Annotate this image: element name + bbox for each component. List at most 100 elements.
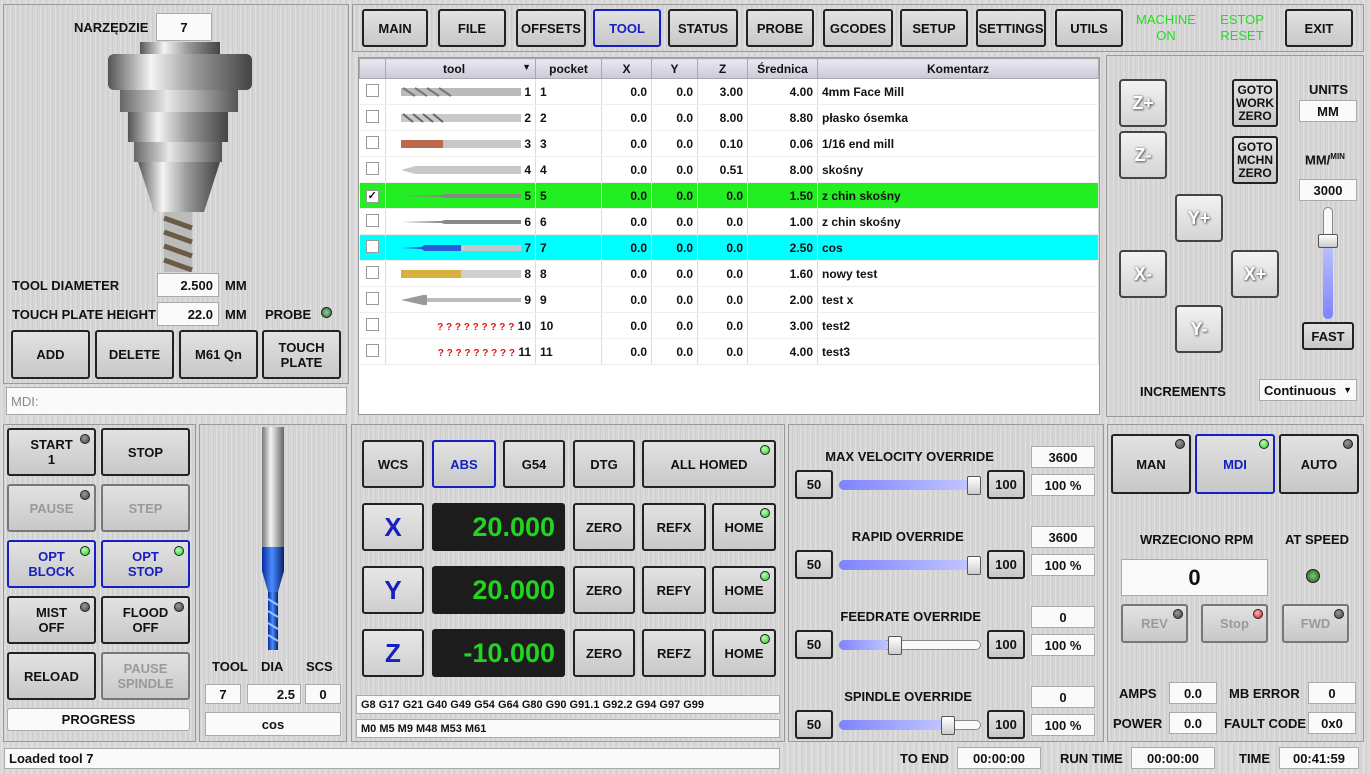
- touch-plate-button[interactable]: TOUCH PLATE: [262, 330, 341, 379]
- spindle-override-min-button[interactable]: 50: [795, 710, 833, 739]
- tab-main[interactable]: MAIN: [362, 9, 428, 47]
- table-row[interactable]: 6 6 0.0 0.0 0.0 1.00 z chin skośny: [359, 208, 1099, 235]
- axis-y-button[interactable]: Y: [362, 566, 424, 614]
- max-velocity-override-max-button[interactable]: 100: [987, 470, 1025, 499]
- checkbox[interactable]: [365, 239, 379, 253]
- col-tool[interactable]: tool ▼: [385, 58, 536, 79]
- ref-x-button[interactable]: REFX: [642, 503, 706, 551]
- checkbox[interactable]: ✓: [365, 190, 379, 203]
- checkbox[interactable]: [365, 265, 379, 279]
- table-row[interactable]: 4 4 0.0 0.0 0.51 8.00 skośny: [359, 156, 1099, 183]
- jog-rate-field[interactable]: 3000: [1299, 179, 1357, 201]
- rapid-override-slider[interactable]: [839, 556, 981, 575]
- checkbox[interactable]: [365, 83, 379, 97]
- exit-button[interactable]: EXIT: [1285, 9, 1353, 47]
- tab-settings[interactable]: SETTINGS: [976, 9, 1046, 47]
- row-checkbox[interactable]: [359, 234, 386, 261]
- spindle-override-slider[interactable]: [839, 716, 981, 735]
- add-tool-button[interactable]: ADD: [11, 330, 90, 379]
- checkbox[interactable]: [365, 213, 379, 227]
- checkbox[interactable]: [365, 291, 379, 305]
- row-checkbox[interactable]: [359, 208, 386, 235]
- plate-height-field[interactable]: 22.0: [157, 302, 219, 326]
- row-checkbox[interactable]: [359, 104, 386, 131]
- col-z[interactable]: Z: [697, 58, 748, 79]
- all-homed-button[interactable]: ALL HOMED: [642, 440, 776, 488]
- machine-on-status[interactable]: MACHINE ON: [1134, 12, 1198, 44]
- tab-gcodes[interactable]: GCODES: [823, 9, 893, 47]
- goto-machine-zero-button[interactable]: GOTO MCHN ZERO: [1232, 136, 1278, 184]
- jog-y-minus-button[interactable]: Y-: [1175, 305, 1223, 353]
- row-checkbox[interactable]: [359, 78, 386, 105]
- row-checkbox[interactable]: [359, 286, 386, 313]
- jog-x-minus-button[interactable]: X-: [1119, 250, 1167, 298]
- rapid-override-min-button[interactable]: 50: [795, 550, 833, 579]
- feedrate-override-slider[interactable]: [839, 636, 981, 655]
- jog-z-plus-button[interactable]: Z+: [1119, 79, 1167, 127]
- table-row[interactable]: 3 3 0.0 0.0 0.10 0.06 1/16 end mill: [359, 130, 1099, 157]
- feedrate-override-min-button[interactable]: 50: [795, 630, 833, 659]
- diameter-field[interactable]: 2.500: [157, 273, 219, 297]
- m61-button[interactable]: M61 Qn: [179, 330, 258, 379]
- col-comment[interactable]: Komentarz: [817, 58, 1099, 79]
- delete-tool-button[interactable]: DELETE: [95, 330, 174, 379]
- tab-tool[interactable]: TOOL: [593, 9, 661, 47]
- tab-offsets[interactable]: OFFSETS: [516, 9, 586, 47]
- table-row[interactable]: ? ? ? ? ? ? ? ? ? 10 10 0.0 0.0 0.0 3.00…: [359, 312, 1099, 339]
- checkbox[interactable]: [365, 161, 379, 175]
- table-row[interactable]: 2 2 0.0 0.0 8.00 8.80 płasko ósemka: [359, 104, 1099, 131]
- spindle-override-max-button[interactable]: 100: [987, 710, 1025, 739]
- col-x[interactable]: X: [601, 58, 652, 79]
- col-pocket[interactable]: pocket: [535, 58, 602, 79]
- mdi-input[interactable]: MDI:: [6, 387, 347, 415]
- jog-x-plus-button[interactable]: X+: [1231, 250, 1279, 298]
- ref-y-button[interactable]: REFY: [642, 566, 706, 614]
- zero-x-button[interactable]: ZERO: [573, 503, 635, 551]
- tab-file[interactable]: FILE: [438, 9, 506, 47]
- checkbox[interactable]: [365, 135, 379, 149]
- table-row[interactable]: 8 8 0.0 0.0 0.0 1.60 nowy test: [359, 260, 1099, 287]
- tab-probe[interactable]: PROBE: [746, 9, 814, 47]
- jog-z-minus-button[interactable]: Z-: [1119, 131, 1167, 179]
- stop-button[interactable]: STOP: [101, 428, 190, 476]
- zero-y-button[interactable]: ZERO: [573, 566, 635, 614]
- rapid-override-max-button[interactable]: 100: [987, 550, 1025, 579]
- abs-button[interactable]: ABS: [432, 440, 496, 488]
- row-checkbox[interactable]: [359, 260, 386, 287]
- reload-button[interactable]: RELOAD: [7, 652, 96, 700]
- tab-status[interactable]: STATUS: [668, 9, 738, 47]
- goto-work-zero-button[interactable]: GOTO WORK ZERO: [1232, 79, 1278, 127]
- tab-utils[interactable]: UTILS: [1055, 9, 1123, 47]
- feedrate-override-max-button[interactable]: 100: [987, 630, 1025, 659]
- max-velocity-override-min-button[interactable]: 50: [795, 470, 833, 499]
- jog-y-plus-button[interactable]: Y+: [1175, 194, 1223, 242]
- units-field[interactable]: MM: [1299, 100, 1357, 122]
- zero-z-button[interactable]: ZERO: [573, 629, 635, 677]
- table-row[interactable]: 9 9 0.0 0.0 0.0 2.00 test x: [359, 286, 1099, 313]
- checkbox[interactable]: [365, 317, 379, 331]
- table-row[interactable]: 7 7 0.0 0.0 0.0 2.50 cos: [359, 234, 1099, 261]
- axis-x-button[interactable]: X: [362, 503, 424, 551]
- checkbox[interactable]: [365, 109, 379, 123]
- row-checkbox[interactable]: [359, 130, 386, 157]
- max-velocity-override-slider[interactable]: [839, 476, 981, 495]
- axis-z-button[interactable]: Z: [362, 629, 424, 677]
- fast-button[interactable]: FAST: [1302, 322, 1354, 350]
- tool-number-field[interactable]: 7: [156, 13, 212, 41]
- row-checkbox[interactable]: [359, 156, 386, 183]
- estop-status[interactable]: ESTOP RESET: [1210, 12, 1274, 44]
- col-y[interactable]: Y: [651, 58, 698, 79]
- row-checkbox[interactable]: ✓: [359, 182, 386, 209]
- tab-setup[interactable]: SETUP: [900, 9, 968, 47]
- step-button[interactable]: STEP: [101, 484, 190, 532]
- row-checkbox[interactable]: [359, 312, 386, 339]
- table-row[interactable]: ✓ 5 5 0.0 0.0 0.0 1.50 z chin skośny: [359, 182, 1099, 209]
- wcs-button[interactable]: WCS: [362, 440, 424, 488]
- row-checkbox[interactable]: [359, 338, 386, 365]
- col-diameter[interactable]: Średnica: [747, 58, 818, 79]
- table-row[interactable]: ? ? ? ? ? ? ? ? ? 11 11 0.0 0.0 0.0 4.00…: [359, 338, 1099, 365]
- table-row[interactable]: 1 1 0.0 0.0 3.00 4.00 4mm Face Mill: [359, 78, 1099, 105]
- dtg-button[interactable]: DTG: [573, 440, 635, 488]
- ref-z-button[interactable]: REFZ: [642, 629, 706, 677]
- g54-button[interactable]: G54: [503, 440, 565, 488]
